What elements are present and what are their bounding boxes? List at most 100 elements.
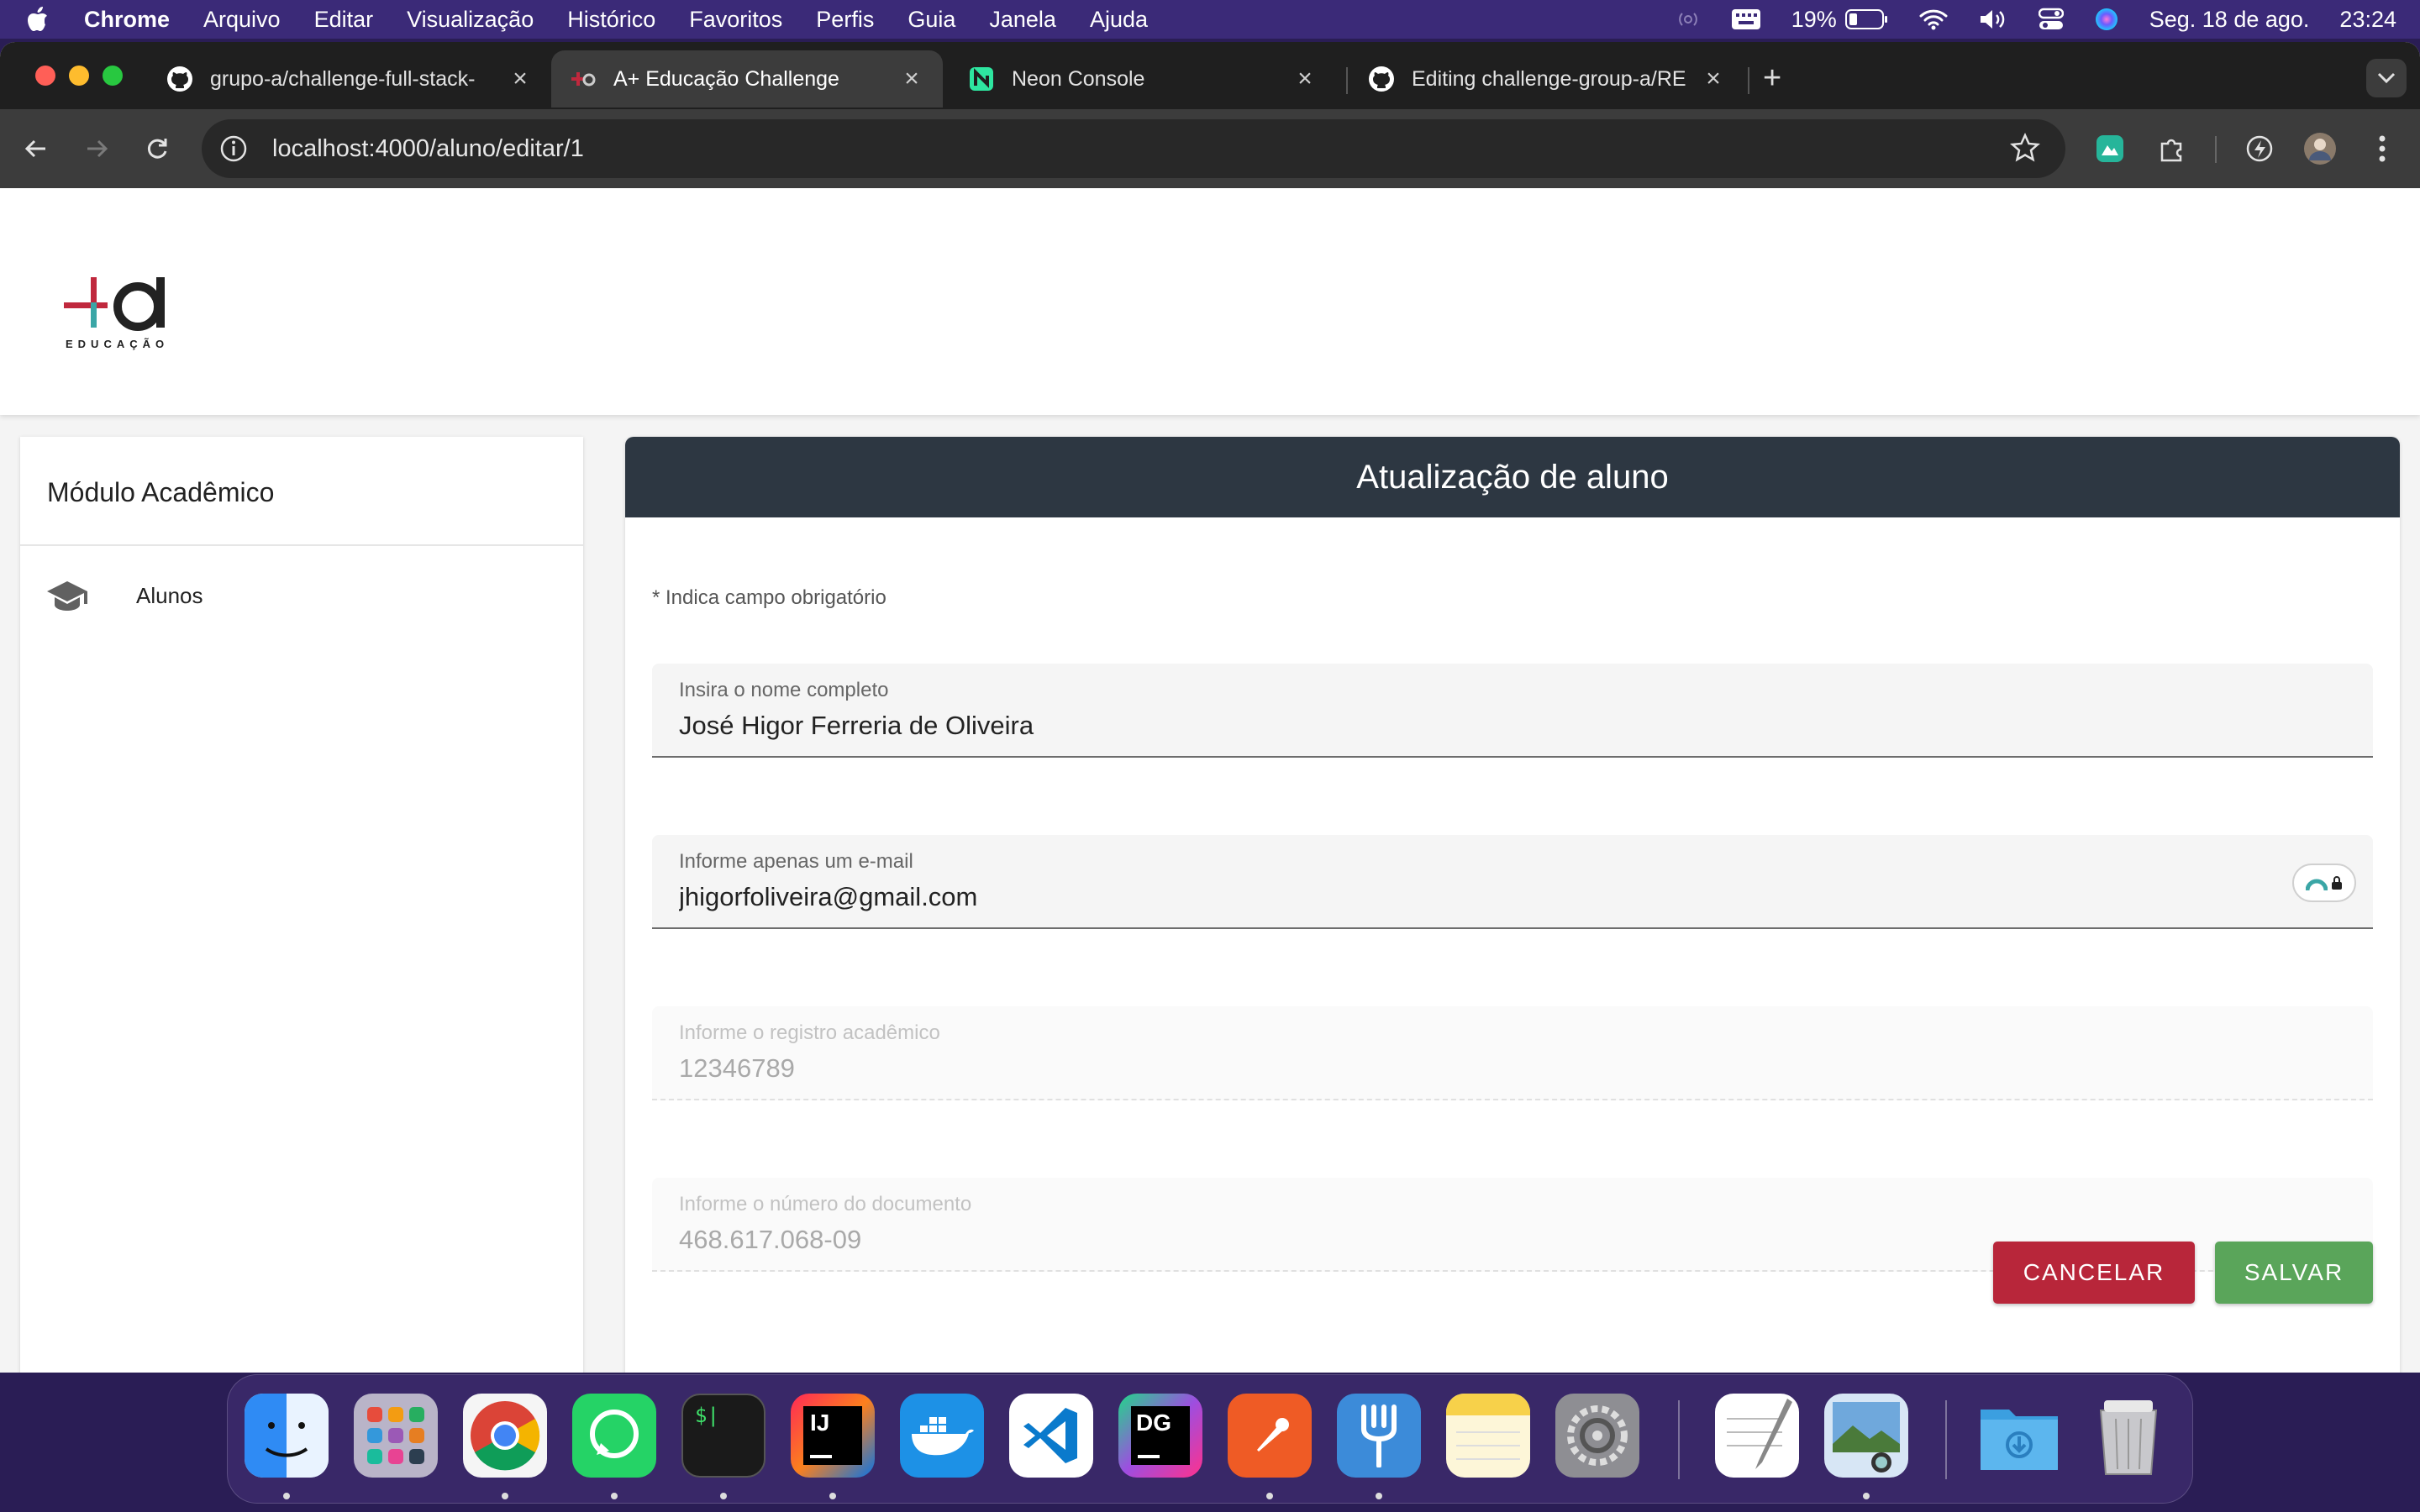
zoom-window-button[interactable] [103, 66, 123, 86]
launchpad-icon[interactable] [354, 1394, 438, 1478]
datagrip-icon[interactable]: DG [1118, 1394, 1202, 1478]
menu-app-name[interactable]: Chrome [84, 7, 170, 33]
volume-icon[interactable] [1978, 8, 2008, 31]
terminal-icon[interactable]: $| [681, 1394, 765, 1478]
performance-icon[interactable] [2240, 129, 2279, 168]
name-input[interactable] [679, 711, 2275, 741]
hotspot-icon[interactable] [1676, 7, 1701, 32]
tab-title: grupo-a/challenge-full-stack- [210, 66, 476, 91]
tab-editing-readme[interactable]: Editing challenge-group-a/RE × [1349, 50, 1744, 108]
more-menu-icon[interactable] [2363, 129, 2402, 168]
macos-menu-bar: Chrome Arquivo Editar Visualização Histó… [0, 0, 2420, 39]
academic-record-label: Informe o registro acadêmico [679, 1021, 940, 1044]
trash-icon[interactable] [2086, 1394, 2170, 1478]
fork-icon[interactable] [1337, 1394, 1421, 1478]
sidebar-item-label: Alunos [136, 582, 203, 608]
app-header: EDUCAÇÃO [0, 188, 2420, 415]
menu-guia[interactable]: Guia [908, 7, 955, 33]
running-indicator [502, 1493, 508, 1499]
neon-icon [968, 66, 995, 92]
preview-icon[interactable] [1824, 1394, 1908, 1478]
textedit-icon[interactable] [1715, 1394, 1799, 1478]
form-title: Atualização de aluno [625, 437, 2400, 517]
required-field-note: * Indica campo obrigatório [652, 586, 886, 609]
web-page: EDUCAÇÃO Módulo Acadêmico Alunos Atualiz… [0, 188, 2420, 1373]
running-indicator [720, 1493, 727, 1499]
close-tab-icon[interactable]: × [1292, 65, 1318, 93]
email-input[interactable] [679, 882, 2191, 912]
back-arrow-icon [24, 139, 45, 158]
back-button[interactable] [17, 129, 55, 168]
url-text[interactable]: localhost:4000/aluno/editar/1 [272, 135, 584, 163]
menu-visualizacao[interactable]: Visualização [407, 7, 534, 33]
menu-janela[interactable]: Janela [989, 7, 1056, 33]
reload-button[interactable] [138, 129, 176, 168]
toolbar-separator [2215, 136, 2217, 163]
close-tab-icon[interactable]: × [899, 65, 924, 93]
new-tab-button[interactable]: + [1763, 60, 1781, 97]
menu-historico[interactable]: Histórico [567, 7, 655, 33]
close-tab-icon[interactable]: × [508, 65, 533, 93]
chrome-icon[interactable] [463, 1394, 547, 1478]
tab-github-repo[interactable]: grupo-a/challenge-full-stack- × [148, 50, 551, 108]
bookmark-star-icon[interactable] [2009, 132, 2041, 170]
docker-icon[interactable] [900, 1394, 984, 1478]
notes-icon[interactable] [1446, 1394, 1530, 1478]
tab-title: Neon Console [1012, 66, 1145, 91]
tab-search-button[interactable] [2366, 59, 2407, 97]
dock-separator [1678, 1400, 1680, 1479]
minimize-window-button[interactable] [69, 66, 89, 86]
running-indicator [1863, 1493, 1870, 1499]
menu-favoritos[interactable]: Favoritos [689, 7, 782, 33]
aplus-educacao-logo[interactable]: EDUCAÇÃO [64, 272, 182, 365]
postman-icon[interactable] [1228, 1394, 1312, 1478]
chevron-down-icon [2377, 72, 2396, 84]
site-info-icon[interactable] [217, 132, 250, 165]
address-bar[interactable]: localhost:4000/aluno/editar/1 [202, 119, 2065, 178]
wifi-icon[interactable] [1919, 8, 1948, 30]
save-button[interactable]: SALVAR [2215, 1242, 2373, 1304]
menu-perfis[interactable]: Perfis [816, 7, 874, 33]
running-indicator [283, 1493, 290, 1499]
menu-editar[interactable]: Editar [314, 7, 374, 33]
cancel-button[interactable]: CANCELAR [1993, 1242, 2195, 1304]
siri-icon[interactable] [2094, 7, 2119, 32]
sidebar: Módulo Acadêmico Alunos [20, 437, 583, 1373]
sidebar-title: Módulo Acadêmico [20, 437, 583, 546]
github-icon [166, 66, 193, 92]
close-window-button[interactable] [35, 66, 55, 86]
apple-logo-icon[interactable] [24, 5, 52, 34]
system-settings-icon[interactable] [1555, 1394, 1639, 1478]
finder-icon[interactable] [245, 1394, 329, 1478]
terminal-prompt: $| [695, 1404, 719, 1427]
extensions-puzzle-icon[interactable] [2153, 129, 2191, 168]
tab-strip: grupo-a/challenge-full-stack- × A+ Educa… [0, 42, 2420, 109]
name-field[interactable]: Insira o nome completo [652, 664, 2373, 758]
password-manager-icon[interactable] [2292, 864, 2356, 902]
forward-button[interactable] [77, 129, 116, 168]
sidebar-item-alunos[interactable]: Alunos [20, 546, 583, 645]
aplus-icon [570, 66, 597, 92]
whatsapp-icon[interactable] [572, 1394, 656, 1478]
downloads-folder-icon[interactable] [1977, 1394, 2061, 1478]
control-center-icon[interactable] [2038, 8, 2064, 31]
extension-icon[interactable] [2091, 129, 2129, 168]
tab-title: Editing challenge-group-a/RE [1412, 66, 1686, 91]
email-field[interactable]: Informe apenas um e-mail [652, 835, 2373, 929]
battery-icon[interactable] [1844, 8, 1889, 30]
menubar-date: Seg. 18 de ago. [2149, 6, 2310, 32]
menubar-time[interactable]: 23:24 [2339, 7, 2396, 33]
intellij-icon[interactable]: IJ [791, 1394, 875, 1478]
keyboard-icon[interactable] [1731, 8, 1761, 30]
profile-avatar[interactable] [2301, 129, 2339, 168]
tab-neon-console[interactable]: Neon Console × [950, 50, 1336, 108]
vscode-icon[interactable] [1009, 1394, 1093, 1478]
menu-ajuda[interactable]: Ajuda [1090, 7, 1148, 33]
tab-aplus-challenge[interactable]: A+ Educação Challenge × [551, 50, 943, 108]
menu-arquivo[interactable]: Arquivo [203, 7, 281, 33]
running-indicator [829, 1493, 836, 1499]
academic-record-field: Informe o registro acadêmico [652, 1006, 2373, 1100]
document-number-label: Informe o número do documento [679, 1193, 972, 1215]
close-tab-icon[interactable]: × [1701, 65, 1726, 93]
logo-caption: EDUCAÇÃO [66, 338, 170, 350]
